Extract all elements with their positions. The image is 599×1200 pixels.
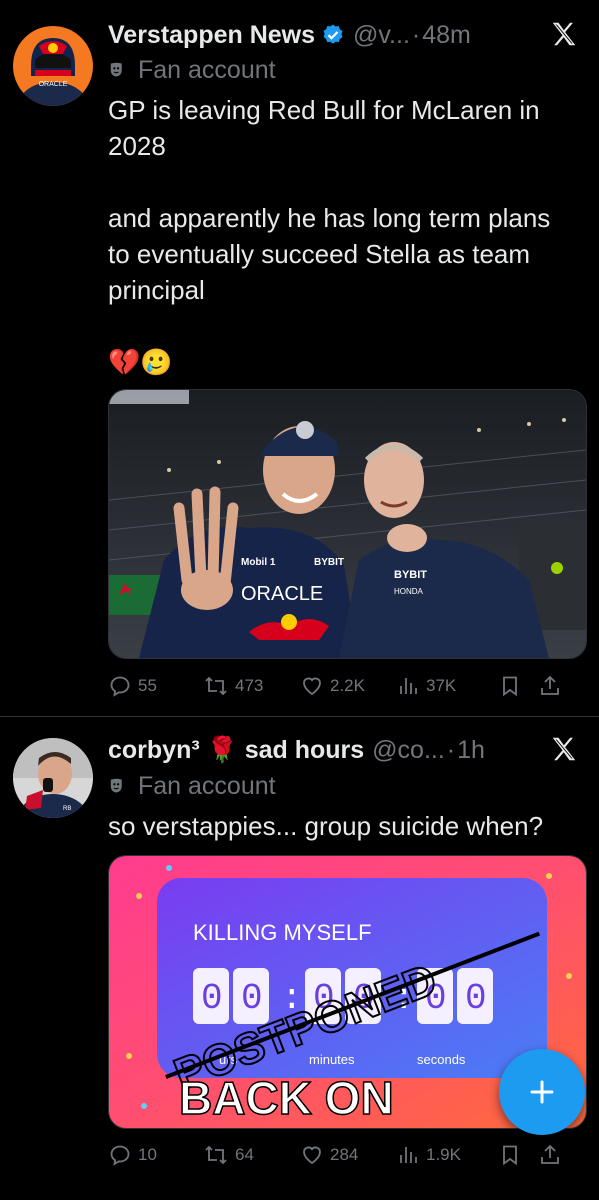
like-count: 284: [330, 1145, 359, 1164]
divider: [0, 716, 599, 717]
tweet-actions: 55 473 2.2K 37K: [108, 671, 585, 701]
separator-dot: ·: [411, 20, 421, 49]
bybit-logo-left: BYBIT: [314, 557, 344, 568]
fan-account-label: Fan account: [108, 56, 276, 85]
views-icon: [400, 678, 417, 694]
x-logo-icon[interactable]: [549, 19, 579, 54]
repost-icon: [205, 1145, 227, 1165]
digit-seconds-2: 0: [465, 978, 487, 1019]
mobil1-logo: Mobil 1: [241, 557, 276, 568]
digit-hours-2: 0: [241, 978, 263, 1019]
label-text: Fan account: [138, 56, 276, 84]
bookmark-icon: [503, 676, 517, 697]
tweet-header: Verstappen News @v... · 48m: [108, 17, 579, 53]
like-count: 2.2K: [330, 676, 365, 695]
reply-count: 10: [138, 1145, 157, 1164]
bookmark-icon: [503, 1145, 517, 1166]
views-button[interactable]: 37K: [396, 674, 498, 698]
separator-dot: ·: [446, 735, 456, 764]
share-button[interactable]: [538, 674, 568, 698]
repost-count: 473: [235, 676, 264, 695]
label-text: Fan account: [138, 772, 276, 800]
views-icon: [400, 1147, 417, 1163]
tweet-header: corbyn³ 🌹 sad hours @co... · 1h: [108, 732, 579, 768]
avatar[interactable]: RB: [13, 738, 93, 818]
author-name[interactable]: corbyn³ 🌹 sad hours: [108, 736, 364, 765]
avatar[interactable]: ORACLE: [13, 26, 93, 106]
like-button[interactable]: 2.2K: [300, 674, 396, 698]
unit-minutes: minutes: [309, 1052, 355, 1067]
views-count: 37K: [426, 676, 457, 695]
compose-button[interactable]: [499, 1049, 585, 1135]
bybit-logo-right: BYBIT: [394, 569, 427, 581]
svg-text:ORACLE: ORACLE: [39, 81, 68, 88]
digit-hours-1: 0: [201, 978, 223, 1019]
reply-count: 55: [138, 676, 157, 695]
timestamp[interactable]: 48m: [422, 21, 471, 50]
tweet[interactable]: RB corbyn³ 🌹 sad hours @co... · 1h Fan a…: [0, 718, 599, 1200]
tweet-text: so verstappies... group suicide when?: [108, 811, 544, 841]
meme-title-text: KILLING MYSELF: [193, 920, 372, 945]
tweet-photo[interactable]: Mobil 1 BYBIT ORACLE BYBIT HONDA: [108, 389, 587, 659]
svg-text:RB: RB: [63, 806, 71, 812]
author-handle[interactable]: @co...: [372, 736, 445, 765]
reply-icon: [110, 676, 130, 697]
views-count: 1.9K: [426, 1145, 461, 1164]
views-button[interactable]: 1.9K: [396, 1143, 498, 1167]
theater-masks-icon: [110, 778, 122, 792]
tweet-actions: 10 64 284 1.9K: [108, 1140, 585, 1170]
verified-badge-icon: [321, 23, 345, 47]
fan-account-label: Fan account: [108, 772, 276, 801]
back-on-text: BACK ON: [179, 1072, 394, 1124]
share-button[interactable]: [538, 1143, 568, 1167]
reply-button[interactable]: 10: [108, 1143, 203, 1167]
tweet-text: GP is leaving Red Bull for McLaren in 20…: [108, 95, 551, 377]
heart-icon: [303, 1146, 321, 1165]
x-logo-icon[interactable]: [549, 734, 579, 769]
repost-button[interactable]: 64: [203, 1143, 300, 1167]
theater-masks-icon: [110, 62, 122, 76]
unit-seconds: seconds: [417, 1052, 466, 1067]
reply-icon: [110, 1145, 130, 1166]
tweet[interactable]: ORACLE Verstappen News @v... · 48m Fan a…: [0, 0, 599, 715]
share-icon: [541, 675, 559, 695]
share-icon: [541, 1144, 559, 1164]
author-handle[interactable]: @v...: [353, 21, 410, 50]
timestamp[interactable]: 1h: [457, 736, 485, 765]
repost-button[interactable]: 473: [203, 674, 300, 698]
repost-count: 64: [235, 1145, 254, 1164]
repost-icon: [205, 676, 227, 696]
author-name[interactable]: Verstappen News: [108, 21, 315, 50]
oracle-logo: ORACLE: [241, 583, 323, 605]
bookmark-button[interactable]: [498, 674, 538, 698]
like-button[interactable]: 284: [300, 1143, 396, 1167]
plus-icon: [530, 1080, 554, 1104]
honda-logo: HONDA: [394, 587, 424, 596]
heart-icon: [303, 677, 321, 696]
reply-button[interactable]: 55: [108, 674, 203, 698]
bookmark-button[interactable]: [498, 1143, 538, 1167]
